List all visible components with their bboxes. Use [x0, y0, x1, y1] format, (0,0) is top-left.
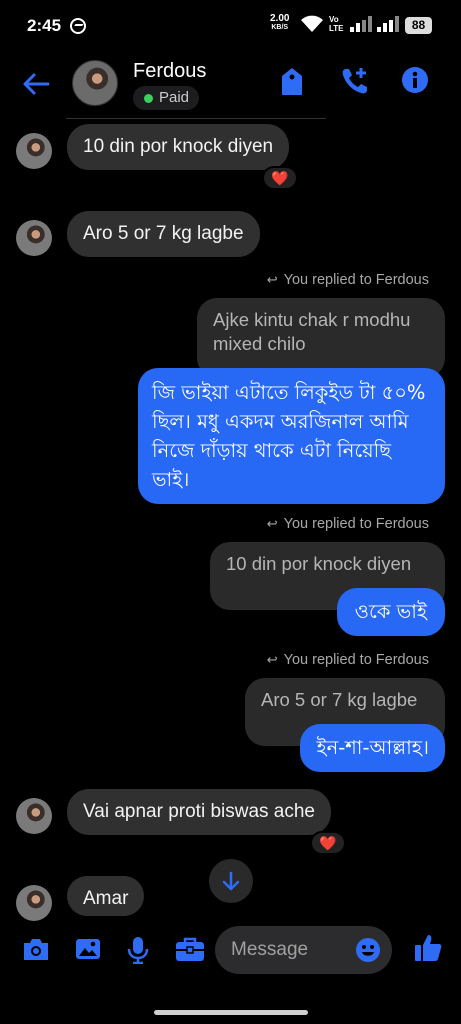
- reply-label-text: You replied to Ferdous: [283, 652, 429, 668]
- message-line: নিজে দাঁড়ায় থাকে এটা নিয়েছি: [152, 439, 392, 462]
- sender-avatar[interactable]: [16, 798, 52, 834]
- reply-label: ↩ You replied to Ferdous: [267, 516, 429, 532]
- gallery-icon[interactable]: [74, 936, 102, 962]
- camera-icon[interactable]: [22, 936, 50, 962]
- message-line: জি ভাইয়া এটাতে লিকুইড টা ৫০%: [152, 381, 426, 404]
- heart-reaction[interactable]: ❤️: [310, 831, 346, 855]
- volte-top: Vo: [329, 15, 339, 24]
- reply-label-text: You replied to Ferdous: [283, 272, 429, 288]
- label-badge-text: Paid: [159, 89, 190, 106]
- volte-bottom: LTE: [329, 24, 344, 33]
- scroll-to-bottom-button[interactable]: [209, 859, 253, 903]
- quoted-line: 10 din por knock diyen: [226, 553, 412, 574]
- volte-indicator: Vo LTE: [329, 15, 344, 33]
- wifi-icon: [301, 15, 323, 32]
- back-arrow-icon[interactable]: [22, 72, 50, 96]
- quoted-message[interactable]: Ajke kintu chak r modhu mixed chilo: [197, 298, 445, 378]
- incoming-message[interactable]: Aro 5 or 7 kg lagbe: [67, 211, 260, 257]
- chat-header: Ferdous Paid: [0, 52, 461, 118]
- reply-label: ↩ You replied to Ferdous: [267, 652, 429, 668]
- tag-icon[interactable]: [280, 66, 304, 98]
- messenger-notification-icon: [70, 18, 86, 34]
- emoji-icon[interactable]: [355, 937, 381, 963]
- message-composer: [0, 920, 461, 980]
- info-icon[interactable]: [401, 66, 429, 94]
- quoted-line: mixed chilo: [213, 333, 306, 354]
- sender-avatar[interactable]: [16, 220, 52, 256]
- outgoing-message[interactable]: ইন-শা-আল্লাহ।: [300, 724, 445, 772]
- reply-arrow-icon: ↩: [266, 272, 278, 287]
- signal-sim1-icon: [350, 16, 372, 32]
- header-divider: [66, 118, 326, 119]
- incoming-message[interactable]: 10 din por knock diyen: [67, 124, 290, 170]
- message-line: ভাই।: [152, 468, 190, 491]
- reply-arrow-icon: ↩: [266, 652, 278, 667]
- incoming-message[interactable]: Amar: [67, 876, 145, 916]
- incoming-message[interactable]: Vai apnar proti biswas ache: [67, 789, 331, 835]
- contact-avatar[interactable]: [72, 60, 118, 106]
- heart-reaction[interactable]: ❤️: [262, 166, 298, 190]
- label-dot: [144, 94, 153, 103]
- status-time: 2:45: [27, 16, 62, 35]
- reply-arrow-icon: ↩: [266, 516, 278, 531]
- outgoing-message[interactable]: ওকে ভাই: [336, 588, 445, 636]
- outgoing-message[interactable]: জি ভাইয়া এটাতে লিকুইড টা ৫০% ছিল। মধু এ…: [138, 368, 445, 504]
- quoted-line: Ajke kintu chak r modhu: [213, 309, 411, 330]
- add-call-icon[interactable]: [340, 66, 370, 96]
- arrow-down-icon: [222, 871, 240, 891]
- reply-label: ↩ You replied to Ferdous: [267, 272, 429, 288]
- quoted-line: Aro 5 or 7 kg lagbe: [261, 689, 418, 710]
- microphone-icon[interactable]: [127, 936, 149, 964]
- gesture-navigation-bar[interactable]: [154, 1010, 308, 1015]
- battery-indicator: 88: [405, 17, 432, 34]
- thumbs-up-icon[interactable]: [413, 933, 443, 963]
- contact-name[interactable]: Ferdous: [133, 60, 206, 83]
- briefcase-icon[interactable]: [175, 936, 205, 962]
- reply-label-text: You replied to Ferdous: [283, 516, 429, 532]
- sender-avatar[interactable]: [16, 885, 52, 921]
- status-bar: 2:45 2.00 KB/S Vo LTE 88: [0, 0, 461, 52]
- network-speed-unit: KB/S: [271, 24, 289, 31]
- message-line: ছিল। মধু একদম অরজিনাল আমি: [152, 410, 409, 433]
- sender-avatar[interactable]: [16, 133, 52, 169]
- label-badge[interactable]: Paid: [133, 86, 200, 110]
- signal-sim2-icon: [377, 16, 399, 32]
- network-speed: 2.00 KB/S: [270, 14, 289, 32]
